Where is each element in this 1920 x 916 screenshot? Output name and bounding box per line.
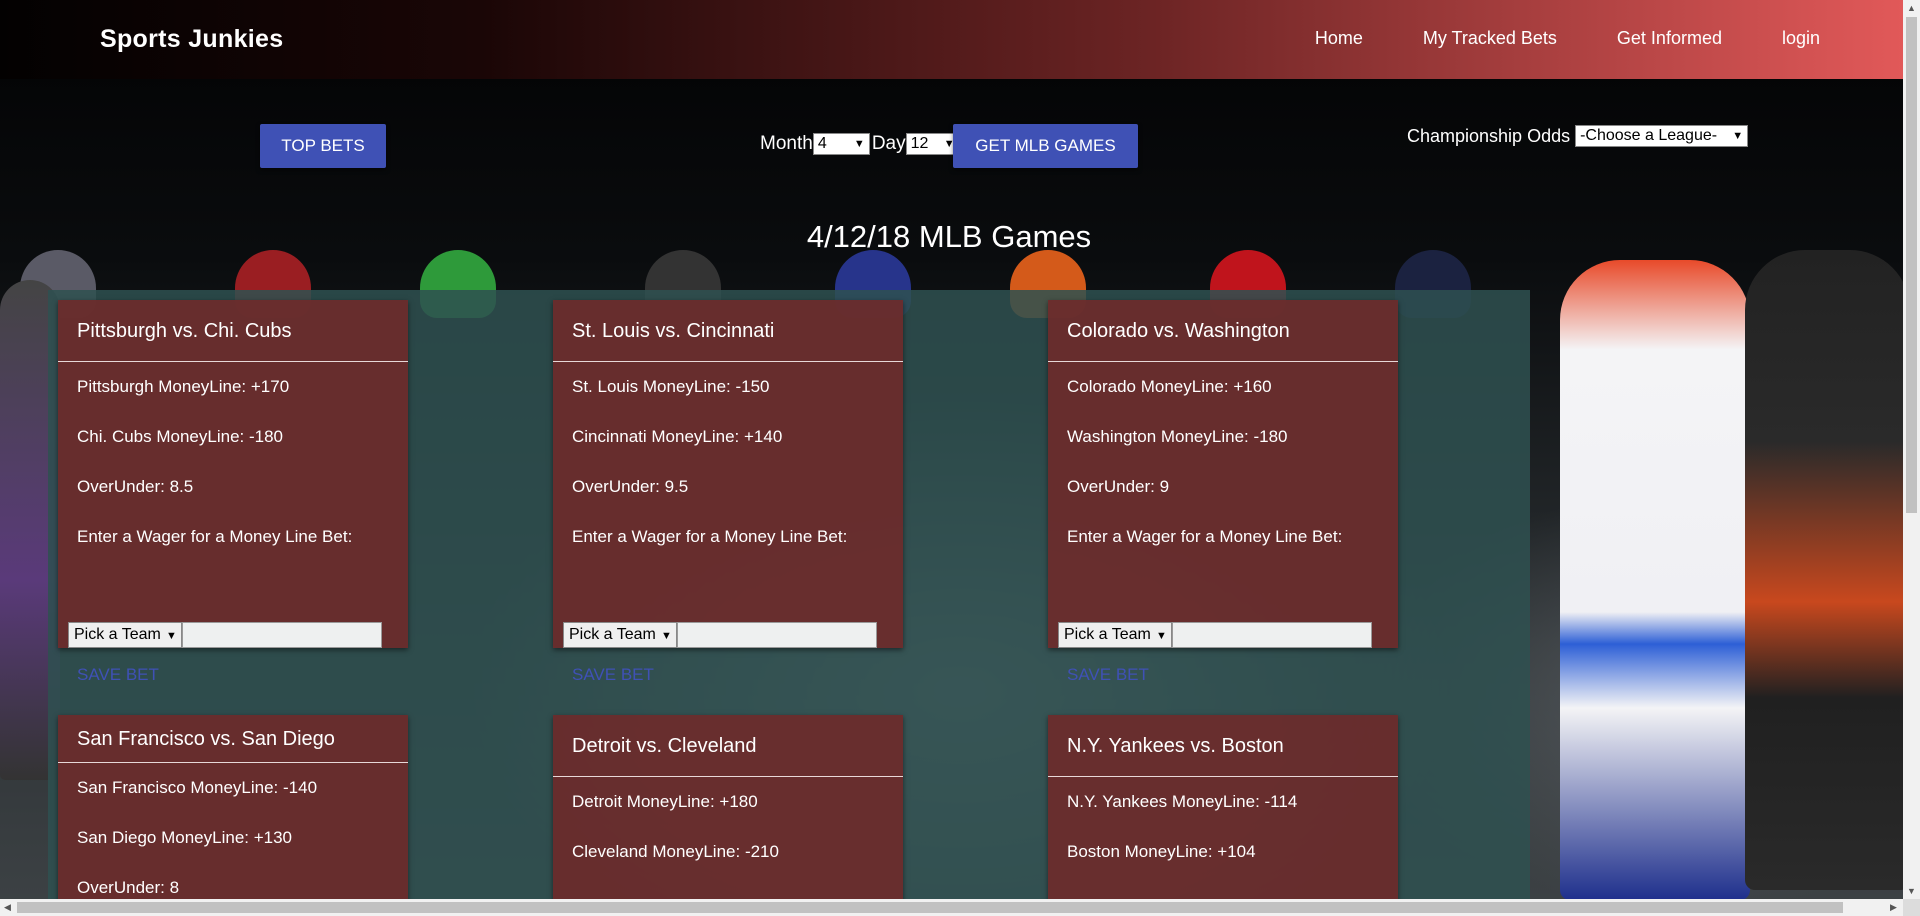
vertical-scrollbar[interactable]: ▲ ▼ [1903, 0, 1920, 899]
pick-team-select[interactable]: Pick a Team ▼ [563, 622, 677, 648]
wager-input[interactable] [181, 622, 382, 648]
game-card: St. Louis vs. Cincinnati St. Louis Money… [553, 300, 903, 684]
month-select[interactable]: 4 ▼ [812, 133, 870, 155]
horizontal-scrollbar[interactable]: ◀ ▶ [0, 899, 1903, 916]
game-card: N.Y. Yankees vs. Boston N.Y. Yankees Mon… [1048, 715, 1398, 916]
game-card: Pittsburgh vs. Chi. Cubs Pittsburgh Mone… [58, 300, 408, 684]
day-label: Day [871, 133, 906, 154]
navbar: Sports Junkies Home My Tracked Bets Get … [0, 0, 1920, 79]
games-title: 4/12/18 MLB Games [806, 219, 1092, 254]
brand-logo[interactable]: Sports Junkies [100, 25, 283, 54]
championship-odds: Championship Odds -Choose a League- ▼ [1407, 125, 1749, 147]
league-value: -Choose a League- [1580, 127, 1718, 144]
nav-get-informed[interactable]: Get Informed [1617, 28, 1722, 49]
horizontal-scroll-thumb[interactable] [17, 902, 1843, 913]
home-moneyline: San Francisco MoneyLine: -140 [77, 778, 318, 797]
over-under: OverUnder: 8.5 [77, 477, 194, 496]
player-image [1560, 260, 1750, 900]
top-bets-button[interactable]: TOP BETS [260, 124, 386, 168]
scroll-right-icon[interactable]: ▶ [1890, 902, 1897, 913]
nav-home[interactable]: Home [1315, 28, 1363, 49]
game-title: Colorado vs. Washington [1048, 300, 1398, 362]
chevron-down-icon: ▼ [853, 138, 865, 150]
nav-my-tracked-bets[interactable]: My Tracked Bets [1423, 28, 1557, 49]
pick-team-select[interactable]: Pick a Team ▼ [68, 622, 182, 648]
scrollbar-corner [1903, 899, 1920, 916]
month-value: 4 [817, 135, 827, 152]
games-panel: Pittsburgh vs. Chi. Cubs Pittsburgh Mone… [48, 290, 1530, 916]
away-moneyline: Cincinnati MoneyLine: +140 [572, 427, 783, 446]
scroll-up-icon[interactable]: ▲ [1907, 3, 1916, 13]
chevron-down-icon: ▼ [165, 630, 177, 642]
player-image [1745, 250, 1910, 890]
over-under: OverUnder: 9 [1067, 477, 1170, 496]
game-title: Pittsburgh vs. Chi. Cubs [58, 300, 408, 362]
pick-team-value: Pick a Team [74, 626, 161, 643]
wager-input[interactable] [1171, 622, 1372, 648]
nav-links: Home My Tracked Bets Get Informed login [1255, 28, 1820, 49]
nav-login[interactable]: login [1782, 28, 1820, 49]
game-card: San Francisco vs. San Diego San Francisc… [58, 715, 408, 916]
wager-input[interactable] [676, 622, 877, 648]
away-moneyline: Cleveland MoneyLine: -210 [572, 842, 779, 861]
date-controls: Month 4 ▼ Day 12 ▼ [760, 133, 960, 155]
away-moneyline: Washington MoneyLine: -180 [1067, 427, 1288, 446]
over-under: OverUnder: 9.5 [572, 477, 689, 496]
game-card: Detroit vs. Cleveland Detroit MoneyLine:… [553, 715, 903, 916]
home-moneyline: St. Louis MoneyLine: -150 [572, 377, 770, 396]
chevron-down-icon: ▼ [660, 630, 672, 642]
away-moneyline: Chi. Cubs MoneyLine: -180 [77, 427, 284, 446]
home-moneyline: Detroit MoneyLine: +180 [572, 792, 758, 811]
save-bet-button[interactable]: SAVE BET [77, 665, 159, 685]
bet-row: Pick a Team ▼ [1058, 622, 1372, 648]
bet-row: Pick a Team ▼ [563, 622, 877, 648]
scroll-down-icon[interactable]: ▼ [1907, 886, 1916, 896]
chevron-down-icon: ▼ [1732, 130, 1744, 142]
day-select[interactable]: 12 ▼ [905, 133, 960, 155]
day-value: 12 [910, 135, 929, 152]
home-moneyline: Pittsburgh MoneyLine: +170 [77, 377, 290, 396]
pick-team-value: Pick a Team [569, 626, 656, 643]
wager-prompt: Enter a Wager for a Money Line Bet: [572, 527, 848, 546]
pick-team-value: Pick a Team [1064, 626, 1151, 643]
wager-prompt: Enter a Wager for a Money Line Bet: [1067, 527, 1343, 546]
game-title: N.Y. Yankees vs. Boston [1048, 715, 1398, 777]
away-moneyline: San Diego MoneyLine: +130 [77, 828, 293, 847]
get-mlb-games-button[interactable]: GET MLB GAMES [953, 124, 1138, 168]
month-label: Month [760, 133, 813, 154]
save-bet-button[interactable]: SAVE BET [572, 665, 654, 685]
home-moneyline: N.Y. Yankees MoneyLine: -114 [1067, 792, 1298, 811]
wager-prompt: Enter a Wager for a Money Line Bet: [77, 527, 353, 546]
vertical-scroll-thumb[interactable] [1906, 17, 1917, 513]
game-title: Detroit vs. Cleveland [553, 715, 903, 777]
pick-team-select[interactable]: Pick a Team ▼ [1058, 622, 1172, 648]
game-title: St. Louis vs. Cincinnati [553, 300, 903, 362]
league-select[interactable]: -Choose a League- ▼ [1575, 125, 1749, 147]
bet-row: Pick a Team ▼ [68, 622, 382, 648]
home-moneyline: Colorado MoneyLine: +160 [1067, 377, 1272, 396]
game-card: Colorado vs. Washington Colorado MoneyLi… [1048, 300, 1398, 684]
game-title: San Francisco vs. San Diego [58, 715, 408, 763]
chevron-down-icon: ▼ [1155, 630, 1167, 642]
scroll-left-icon[interactable]: ◀ [4, 902, 11, 913]
championship-odds-label: Championship Odds [1407, 125, 1571, 146]
away-moneyline: Boston MoneyLine: +104 [1067, 842, 1256, 861]
save-bet-button[interactable]: SAVE BET [1067, 665, 1149, 685]
